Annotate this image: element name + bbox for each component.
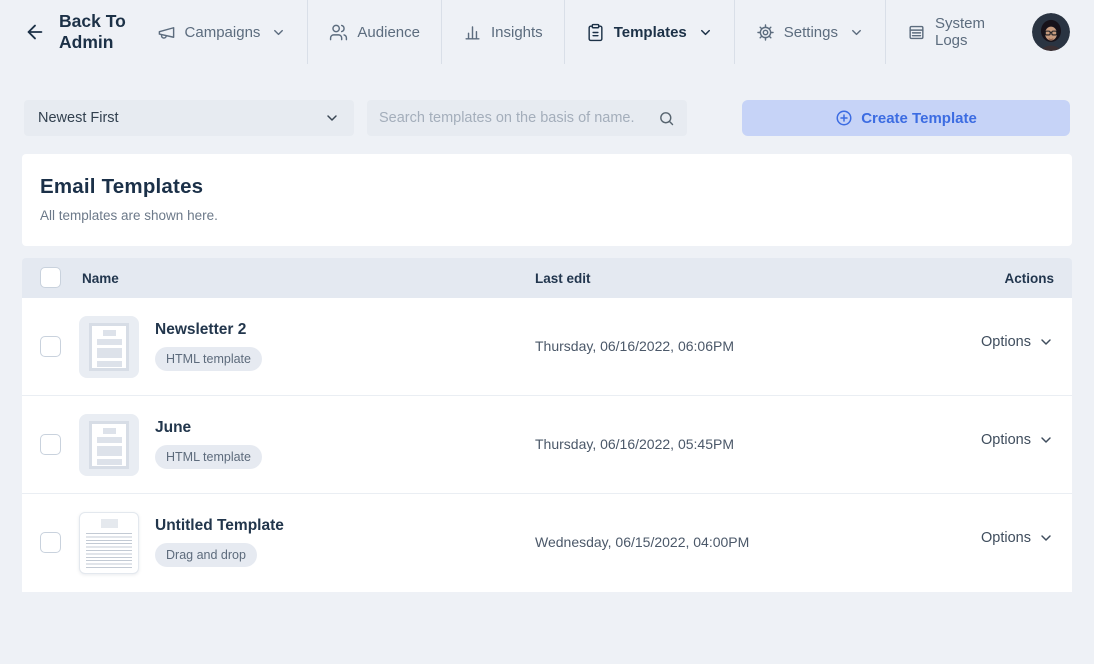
template-thumbnail-drag-drop <box>79 512 139 574</box>
chevron-down-icon <box>1038 530 1054 546</box>
nav-menu: Campaigns Audience Insights Templates Se… <box>136 0 1006 64</box>
options-label: Options <box>981 334 1031 350</box>
template-name: Untitled Template <box>155 517 284 534</box>
last-edit-date: Thursday, 06/16/2022, 05:45PM <box>535 436 734 452</box>
templates-table: Name Last edit Actions Newsletter 2 HTML… <box>22 258 1072 592</box>
template-thumbnail-html <box>79 316 139 378</box>
template-name: Newsletter 2 <box>155 321 247 338</box>
page-title: Email Templates <box>40 175 204 198</box>
nav-item-audience[interactable]: Audience <box>307 0 441 64</box>
megaphone-icon <box>157 23 176 42</box>
options-label: Options <box>981 530 1031 546</box>
page-subtitle: All templates are shown here. <box>40 208 218 223</box>
top-navigation: Back To Admin Campaigns Audience Insight… <box>0 0 1094 64</box>
options-label: Options <box>981 432 1031 448</box>
nav-item-insights[interactable]: Insights <box>440 0 564 64</box>
sort-dropdown-value: Newest First <box>38 110 119 126</box>
page-header-card: Email Templates All templates are shown … <box>22 154 1072 246</box>
column-header-actions: Actions <box>1004 271 1054 286</box>
select-all-checkbox[interactable] <box>40 267 61 288</box>
search-input[interactable] <box>379 110 658 126</box>
table-header-row: Name Last edit Actions <box>22 258 1072 298</box>
column-header-name: Name <box>82 271 119 286</box>
template-type-badge: HTML template <box>155 445 262 469</box>
search-icon <box>658 110 675 127</box>
options-button[interactable]: Options <box>981 530 1054 546</box>
nav-item-system-logs[interactable]: System Logs <box>884 0 1006 64</box>
user-avatar[interactable] <box>1032 13 1070 51</box>
nav-item-label: System Logs <box>934 15 985 49</box>
nav-item-label: Settings <box>783 23 838 41</box>
chevron-down-icon <box>1038 334 1054 350</box>
table-row: Untitled Template Drag and drop Wednesda… <box>22 494 1072 592</box>
table-row: Newsletter 2 HTML template Thursday, 06/… <box>22 298 1072 396</box>
sort-dropdown[interactable]: Newest First <box>24 100 354 136</box>
plus-circle-icon <box>835 109 853 127</box>
arrow-left-icon <box>24 21 46 43</box>
options-button[interactable]: Options <box>981 432 1054 448</box>
chevron-down-icon <box>849 25 864 40</box>
row-checkbox[interactable] <box>40 532 61 553</box>
last-edit-date: Wednesday, 06/15/2022, 04:00PM <box>535 534 750 550</box>
table-row: June HTML template Thursday, 06/16/2022,… <box>22 396 1072 494</box>
create-template-label: Create Template <box>861 109 977 127</box>
nav-item-label: Insights <box>490 23 543 41</box>
column-header-last-edit: Last edit <box>535 271 591 286</box>
users-icon <box>329 23 348 42</box>
back-to-admin-label: Back To Admin <box>59 11 126 52</box>
nav-item-templates[interactable]: Templates <box>563 0 734 64</box>
create-template-button[interactable]: Create Template <box>742 100 1070 136</box>
clipboard-icon <box>586 23 605 42</box>
template-name-block: Newsletter 2 HTML template <box>155 321 262 371</box>
template-name-block: June HTML template <box>155 419 262 469</box>
chevron-down-icon <box>698 25 713 40</box>
template-thumbnail-html <box>79 414 139 476</box>
chevron-down-icon <box>324 110 340 126</box>
bar-chart-icon <box>463 23 482 42</box>
gear-icon <box>756 23 775 42</box>
row-checkbox[interactable] <box>40 336 61 357</box>
logs-icon <box>907 23 926 42</box>
nav-item-settings[interactable]: Settings <box>733 0 885 64</box>
template-name-block: Untitled Template Drag and drop <box>155 517 284 567</box>
templates-toolbar: Newest First Create Template <box>0 100 1094 136</box>
search-box <box>367 100 687 136</box>
row-checkbox[interactable] <box>40 434 61 455</box>
last-edit-date: Thursday, 06/16/2022, 06:06PM <box>535 338 734 354</box>
nav-item-label: Audience <box>357 23 420 41</box>
chevron-down-icon <box>271 25 286 40</box>
chevron-down-icon <box>1038 432 1054 448</box>
nav-item-label: Campaigns <box>184 23 261 41</box>
nav-item-campaigns[interactable]: Campaigns <box>136 0 308 64</box>
template-type-badge: Drag and drop <box>155 543 257 567</box>
options-button[interactable]: Options <box>981 334 1054 350</box>
template-name: June <box>155 419 192 436</box>
nav-item-label: Templates <box>613 23 687 41</box>
back-to-admin-button[interactable]: Back To Admin <box>24 11 136 53</box>
template-type-badge: HTML template <box>155 347 262 371</box>
